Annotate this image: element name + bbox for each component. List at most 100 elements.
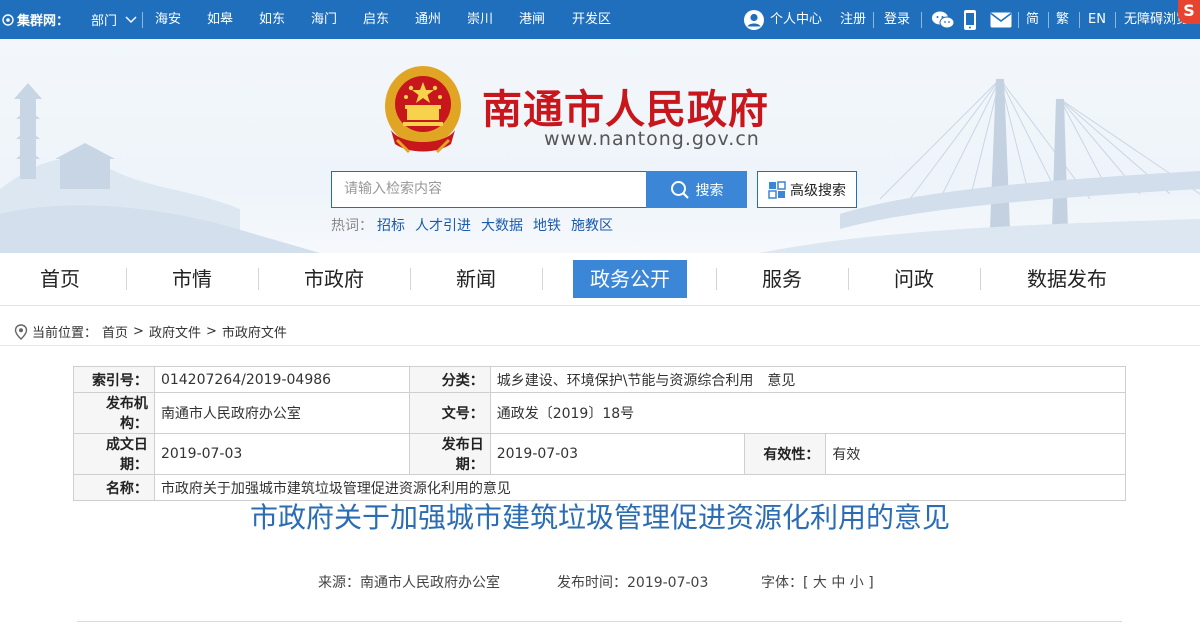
city-link-haian[interactable]: 海安 <box>155 0 181 39</box>
publisher-label: 发布机构： <box>73 392 155 434</box>
side-badge[interactable]: S <box>1178 0 1200 24</box>
divider <box>1115 12 1116 28</box>
divider <box>1048 12 1049 28</box>
divider <box>873 12 874 28</box>
register-link[interactable]: 注册 <box>840 0 866 39</box>
advanced-search-button[interactable]: 高级搜索 <box>757 171 857 208</box>
cluster-label: 集群网： <box>17 14 70 29</box>
breadcrumb-label: 当前位置： <box>32 326 98 341</box>
nav-item-home[interactable]: 首页 <box>20 260 100 298</box>
site-title: 南通市人民政府 <box>482 86 769 133</box>
nav-divider <box>980 268 981 290</box>
hot-word-link[interactable]: 人才引进 <box>415 215 471 235</box>
location-pin-icon <box>14 323 28 340</box>
nav-divider <box>542 268 543 290</box>
nav-item-government[interactable]: 市政府 <box>284 260 384 298</box>
hot-words: 热词： 招标 人才引进 大数据 地铁 施教区 <box>331 215 613 235</box>
main-nav: 首页 市情 市政府 新闻 政务公开 服务 问政 数据发布 <box>0 253 1200 306</box>
nav-item-inquiry[interactable]: 问政 <box>874 260 954 298</box>
breadcrumb-separator: > <box>133 324 144 339</box>
advanced-search-label: 高级搜索 <box>790 182 846 199</box>
top-bar: 集群网： 部门 海安 如皋 如东 海门 启东 通州 崇川 港闸 开发区 个人中心… <box>0 0 1200 39</box>
hot-word-link[interactable]: 大数据 <box>481 215 523 235</box>
document-number-value: 通政发〔2019〕18号 <box>489 392 1127 434</box>
divider <box>1018 12 1019 28</box>
english-link[interactable]: EN <box>1088 0 1106 39</box>
user-icon[interactable] <box>743 9 765 31</box>
divider <box>1079 12 1080 28</box>
publisher-value: 南通市人民政府办公室 <box>153 392 410 434</box>
breadcrumb-divider <box>0 345 1200 346</box>
traditional-chinese-link[interactable]: 繁 <box>1056 0 1069 39</box>
hot-words-label: 热词： <box>331 218 373 234</box>
cluster-icon <box>2 13 14 26</box>
wechat-icon[interactable] <box>931 10 955 30</box>
city-link-tongzhou[interactable]: 通州 <box>415 0 441 39</box>
breadcrumb-item-gov-docs[interactable]: 政府文件 <box>149 322 201 341</box>
category-value: 城乡建设、环境保护\节能与资源综合利用 意见 <box>489 366 1127 393</box>
hot-word-link[interactable]: 施教区 <box>571 215 613 235</box>
nav-divider <box>848 268 849 290</box>
city-link-rugao[interactable]: 如皋 <box>207 0 233 39</box>
hot-word-link[interactable]: 招标 <box>377 215 405 235</box>
nav-item-services[interactable]: 服务 <box>742 260 822 298</box>
created-date-label: 成文日期： <box>73 433 155 475</box>
city-link-chongchuan[interactable]: 崇川 <box>467 0 493 39</box>
city-link-qidong[interactable]: 启东 <box>363 0 389 39</box>
nav-divider <box>126 268 127 290</box>
index-number-value: 014207264/2019-04986 <box>153 366 410 393</box>
national-emblem-icon <box>385 66 461 154</box>
article-publish-time: 发布时间：2019-07-03 <box>557 575 709 591</box>
divider <box>142 12 143 28</box>
validity-label: 有效性： <box>744 433 827 475</box>
document-number-label: 文号： <box>408 392 491 434</box>
site-url: www.nantong.gov.cn <box>544 128 760 150</box>
mobile-icon[interactable] <box>963 9 977 31</box>
simplified-chinese-link[interactable]: 简 <box>1026 0 1039 39</box>
table-row: 索引号： 014207264/2019-04986 分类： 城乡建设、环境保护\… <box>73 366 1127 393</box>
validity-value: 有效 <box>825 433 1126 475</box>
nav-item-city-info[interactable]: 市情 <box>152 260 232 298</box>
nav-item-government-affairs[interactable]: 政务公开 <box>573 260 687 298</box>
index-number-label: 索引号： <box>73 366 155 393</box>
breadcrumb-item-municipal-docs[interactable]: 市政府文件 <box>222 322 287 341</box>
published-date-value: 2019-07-03 <box>489 433 746 475</box>
city-link-gangzha[interactable]: 港闸 <box>519 0 545 39</box>
published-date-label: 发布日期： <box>408 433 491 475</box>
search-icon <box>670 180 689 199</box>
divider <box>921 12 922 28</box>
cluster-nav: 集群网： 部门 <box>0 0 137 39</box>
document-info-table: 索引号： 014207264/2019-04986 分类： 城乡建设、环境保护\… <box>73 366 1127 501</box>
search-button-label: 搜索 <box>695 182 724 199</box>
chevron-down-icon <box>125 15 137 23</box>
personal-center-link[interactable]: 个人中心 <box>770 0 822 39</box>
city-link-rudong[interactable]: 如东 <box>259 0 285 39</box>
nav-item-news[interactable]: 新闻 <box>436 260 516 298</box>
city-link-development-zone[interactable]: 开发区 <box>572 0 611 39</box>
advanced-search-icon <box>768 180 786 199</box>
department-dropdown[interactable]: 部门 <box>91 10 137 29</box>
nav-divider <box>410 268 411 290</box>
breadcrumb-separator: > <box>205 324 217 339</box>
breadcrumb-item-home[interactable]: 首页 <box>102 322 128 341</box>
article-divider <box>77 621 1122 622</box>
article-title: 市政府关于加强城市建筑垃圾管理促进资源化利用的意见 <box>249 501 950 534</box>
site-header: 南通市人民政府 www.nantong.gov.cn 请输入检索内容 搜索 高级… <box>0 39 1200 253</box>
login-link[interactable]: 登录 <box>884 0 910 39</box>
hot-word-link[interactable]: 地铁 <box>533 215 561 235</box>
nav-divider <box>258 268 259 290</box>
font-size-switcher[interactable]: 字体：[ 大 中 小 ] <box>761 572 874 592</box>
breadcrumb: 当前位置： 首页 > 政府文件 > 市政府文件 <box>14 322 292 341</box>
article-source: 来源：南通市人民政府办公室 <box>318 575 500 591</box>
search-button[interactable]: 搜索 <box>646 171 747 208</box>
city-link-haimen[interactable]: 海门 <box>311 0 337 39</box>
table-row: 成文日期： 2019-07-03 发布日期： 2019-07-03 有效性： 有… <box>73 433 1126 475</box>
nav-item-data-release[interactable]: 数据发布 <box>1010 260 1124 298</box>
created-date-value: 2019-07-03 <box>153 433 410 475</box>
department-label: 部门 <box>91 14 118 29</box>
category-label: 分类： <box>408 366 491 393</box>
nav-divider <box>716 268 717 290</box>
mail-icon[interactable] <box>990 12 1012 28</box>
table-row: 发布机构： 南通市人民政府办公室 文号： 通政发〔2019〕18号 <box>73 392 1127 434</box>
search-input[interactable]: 请输入检索内容 <box>331 171 647 208</box>
